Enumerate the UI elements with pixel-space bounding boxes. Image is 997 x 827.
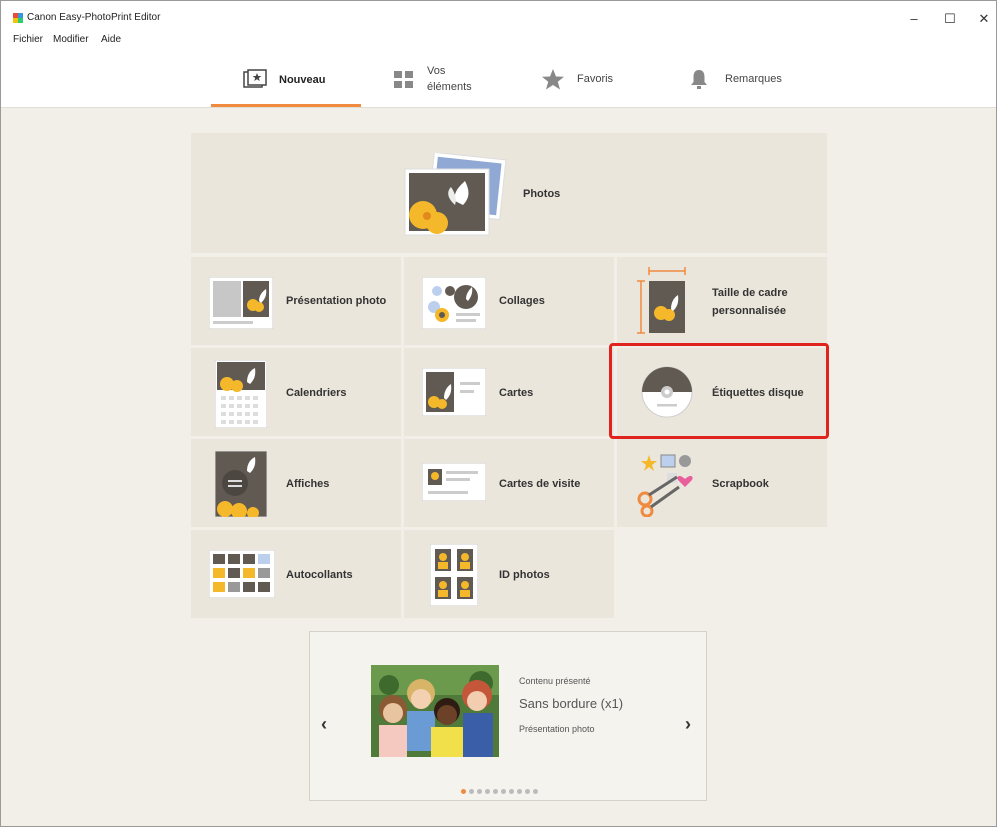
calendar-icon bbox=[215, 360, 267, 428]
business-card-icon bbox=[422, 463, 486, 501]
menu-modifier[interactable]: Modifier bbox=[53, 34, 89, 45]
photo-layout-icon bbox=[209, 277, 273, 329]
carousel-dot[interactable] bbox=[501, 789, 506, 794]
carousel-dot[interactable] bbox=[485, 789, 490, 794]
tile-label: Autocollants bbox=[286, 569, 353, 581]
tile-affiches[interactable]: Affiches bbox=[191, 439, 401, 527]
tile-label: Scrapbook bbox=[712, 478, 769, 490]
carousel-dot[interactable] bbox=[461, 789, 466, 794]
star-icon bbox=[542, 69, 564, 90]
tile-label-line2: personnalisée bbox=[712, 305, 786, 317]
bell-icon bbox=[691, 70, 707, 89]
menu-fichier[interactable]: Fichier bbox=[13, 34, 43, 45]
tile-presentation-photo[interactable]: Présentation photo bbox=[191, 257, 401, 345]
scrapbook-icon bbox=[637, 454, 693, 517]
tab-remarques[interactable]: Remarques bbox=[681, 53, 811, 107]
tile-label: Calendriers bbox=[286, 387, 347, 399]
tab-label: Nouveau bbox=[279, 74, 326, 86]
tab-label-line2: éléments bbox=[427, 81, 472, 93]
grid-icon bbox=[394, 71, 413, 88]
minimize-button[interactable]: – bbox=[899, 9, 929, 29]
carousel-dot[interactable] bbox=[477, 789, 482, 794]
featured-photo[interactable] bbox=[371, 665, 499, 757]
custom-size-icon bbox=[637, 267, 686, 334]
tab-bar: Nouveau Vos éléments Favoris Remarques bbox=[1, 53, 996, 108]
window-title: Canon Easy-PhotoPrint Editor bbox=[27, 12, 161, 23]
maximize-button[interactable]: ☐ bbox=[935, 9, 965, 29]
sticker-sheet-icon bbox=[209, 550, 275, 598]
carousel-dot[interactable] bbox=[517, 789, 522, 794]
featured-heading: Contenu présenté bbox=[519, 676, 591, 686]
tab-favoris[interactable]: Favoris bbox=[531, 53, 651, 107]
tile-label: Présentation photo bbox=[286, 295, 387, 307]
close-button[interactable]: ✕ bbox=[969, 9, 997, 29]
tile-photos[interactable]: Photos bbox=[191, 133, 827, 253]
new-project-icon bbox=[243, 69, 267, 88]
tile-label: Collages bbox=[499, 295, 545, 307]
poster-icon bbox=[215, 451, 267, 517]
tab-vos-elements[interactable]: Vos éléments bbox=[381, 53, 511, 107]
tile-scrapbook[interactable]: Scrapbook bbox=[617, 439, 827, 527]
tile-label-line1: Taille de cadre bbox=[712, 287, 788, 299]
tile-id-photos[interactable]: ID photos bbox=[404, 530, 614, 618]
photos-icon bbox=[404, 153, 507, 236]
carousel-dot[interactable] bbox=[493, 789, 498, 794]
tile-collages[interactable]: Collages bbox=[404, 257, 614, 345]
collage-icon bbox=[422, 277, 486, 329]
featured-title[interactable]: Sans bordure (x1) bbox=[519, 696, 623, 711]
tile-autocollants[interactable]: Autocollants bbox=[191, 530, 401, 618]
next-arrow-button[interactable]: › bbox=[685, 714, 691, 735]
featured-subtitle: Présentation photo bbox=[519, 724, 595, 734]
app-logo-icon bbox=[13, 13, 23, 23]
featured-content-panel bbox=[309, 631, 707, 801]
carousel-dot[interactable] bbox=[533, 789, 538, 794]
carousel-dot[interactable] bbox=[509, 789, 514, 794]
tile-calendriers[interactable]: Calendriers bbox=[191, 348, 401, 436]
tile-cartes-de-visite[interactable]: Cartes de visite bbox=[404, 439, 614, 527]
title-bar: Canon Easy-PhotoPrint Editor – ☐ ✕ bbox=[1, 1, 996, 31]
tile-label: Photos bbox=[523, 188, 561, 200]
carousel-dot[interactable] bbox=[469, 789, 474, 794]
tile-cartes[interactable]: Cartes bbox=[404, 348, 614, 436]
menu-bar: Fichier Modifier Aide bbox=[1, 31, 996, 53]
id-photo-icon bbox=[430, 544, 478, 606]
menu-aide[interactable]: Aide bbox=[101, 34, 121, 45]
tile-label: Cartes bbox=[499, 387, 534, 399]
tab-nouveau[interactable]: Nouveau bbox=[211, 53, 361, 107]
tile-label: Cartes de visite bbox=[499, 478, 581, 490]
tab-label-line1: Vos bbox=[427, 65, 446, 77]
tile-label: ID photos bbox=[499, 569, 550, 581]
tile-taille-de-cadre[interactable]: Taille de cadre personnalisée bbox=[617, 257, 827, 345]
tile-label: Affiches bbox=[286, 478, 330, 490]
previous-arrow-button[interactable]: ‹ bbox=[321, 714, 327, 735]
app-window: Canon Easy-PhotoPrint Editor – ☐ ✕ Fichi… bbox=[0, 0, 997, 827]
tab-label: Favoris bbox=[577, 73, 614, 85]
active-tab-indicator bbox=[211, 104, 361, 107]
card-icon bbox=[422, 368, 486, 416]
selection-highlight bbox=[609, 343, 829, 439]
tab-label: Remarques bbox=[725, 73, 782, 85]
carousel-dot[interactable] bbox=[525, 789, 530, 794]
